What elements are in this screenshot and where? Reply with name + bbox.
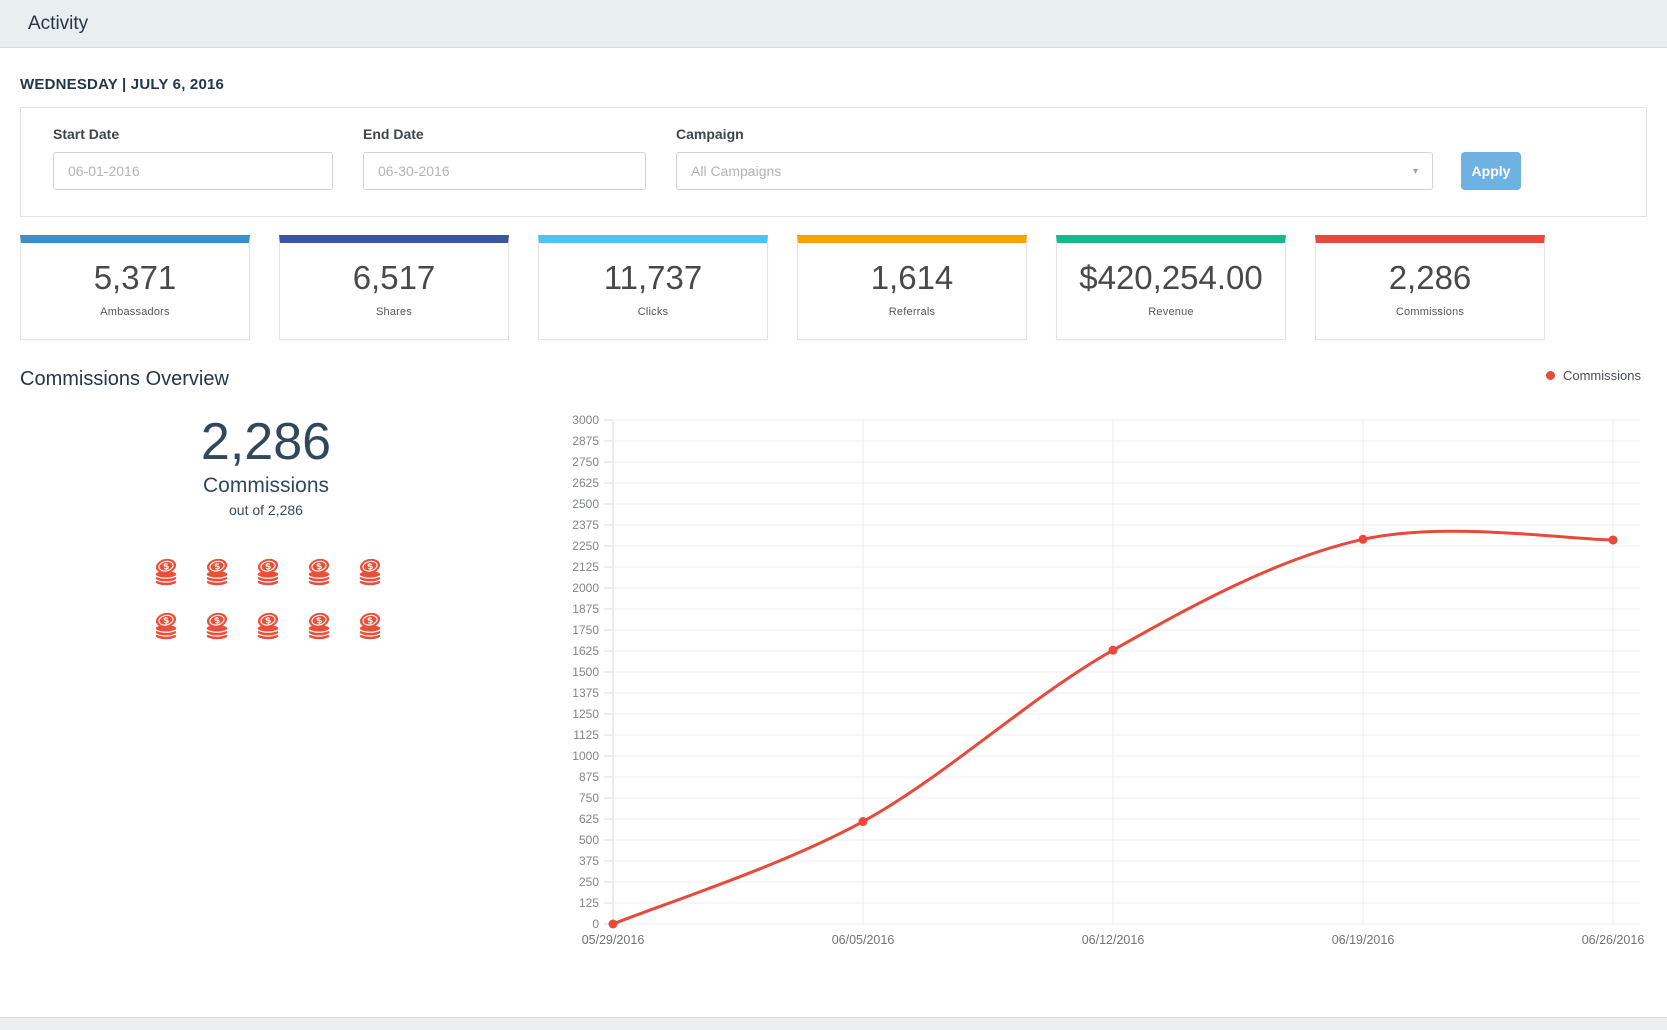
- coin-stack-icon: $: [304, 556, 334, 588]
- svg-text:2000: 2000: [572, 581, 599, 595]
- svg-text:1750: 1750: [572, 623, 599, 637]
- svg-text:1250: 1250: [572, 707, 599, 721]
- stat-card: $420,254.00 Revenue: [1056, 235, 1286, 340]
- svg-text:1625: 1625: [572, 644, 599, 658]
- svg-text:750: 750: [579, 791, 599, 805]
- start-date-input[interactable]: [53, 152, 333, 190]
- svg-text:3000: 3000: [572, 413, 599, 427]
- campaign-select[interactable]: All Campaigns ▾: [676, 152, 1433, 190]
- filter-panel: Start Date End Date Campaign All Campaig…: [20, 107, 1647, 217]
- apply-button[interactable]: Apply: [1461, 152, 1521, 190]
- stat-label: Shares: [376, 306, 412, 318]
- svg-text:125: 125: [579, 896, 599, 910]
- svg-text:06/05/2016: 06/05/2016: [832, 933, 895, 947]
- commissions-total: 2,286: [96, 412, 436, 472]
- svg-text:2625: 2625: [572, 476, 599, 490]
- svg-text:1500: 1500: [572, 665, 599, 679]
- commissions-summary: 2,286 Commissions out of 2,286: [96, 412, 436, 518]
- svg-text:1000: 1000: [572, 749, 599, 763]
- page-title: Activity: [28, 13, 88, 35]
- svg-text:05/29/2016: 05/29/2016: [582, 933, 645, 947]
- stats-row: 5,371 Ambassadors 6,517 Shares 11,737 Cl…: [20, 235, 1647, 340]
- stat-label: Commissions: [1396, 306, 1464, 318]
- coin-stack-icon: $: [253, 556, 283, 588]
- svg-text:1875: 1875: [572, 602, 599, 616]
- topbar: Activity: [0, 0, 1667, 48]
- legend-label: Commissions: [1563, 368, 1641, 383]
- stat-label: Ambassadors: [100, 306, 169, 318]
- end-date-label: End Date: [363, 126, 646, 142]
- commissions-overview-section: Commissions Overview 2,286 Commissions o…: [20, 368, 1647, 994]
- chevron-down-icon: ▾: [1413, 166, 1418, 177]
- svg-text:625: 625: [579, 812, 599, 826]
- svg-text:0: 0: [592, 917, 599, 931]
- stat-value: 2,286: [1389, 259, 1472, 297]
- coin-stack-icon: $: [355, 556, 385, 588]
- coin-stack-icon: $: [304, 610, 334, 642]
- commissions-total-label: Commissions: [96, 474, 436, 498]
- stat-card: 5,371 Ambassadors: [20, 235, 250, 340]
- svg-text:375: 375: [579, 854, 599, 868]
- end-date-input[interactable]: [363, 152, 646, 190]
- coin-stack-icon: $: [202, 610, 232, 642]
- legend-dot-icon: [1546, 371, 1555, 380]
- coin-stack-icon: $: [253, 610, 283, 642]
- start-date-label: Start Date: [53, 126, 333, 142]
- svg-text:06/26/2016: 06/26/2016: [1582, 933, 1645, 947]
- campaign-field-group: Campaign All Campaigns ▾: [676, 126, 1433, 190]
- svg-text:06/12/2016: 06/12/2016: [1082, 933, 1145, 947]
- stat-card: 11,737 Clicks: [538, 235, 768, 340]
- chart-legend: Commissions: [1546, 368, 1641, 383]
- stat-value: 11,737: [604, 259, 702, 297]
- end-date-field-group: End Date: [363, 126, 646, 190]
- coin-stack-icon: $: [355, 610, 385, 642]
- svg-text:1375: 1375: [572, 686, 599, 700]
- svg-text:2500: 2500: [572, 497, 599, 511]
- coin-grid: $ $ $ $ $: [148, 556, 388, 642]
- svg-text:1125: 1125: [573, 728, 599, 742]
- svg-text:500: 500: [579, 833, 599, 847]
- commissions-out-of: out of 2,286: [96, 502, 436, 518]
- campaign-selected-value: All Campaigns: [691, 163, 781, 179]
- commissions-line-chart: 3000287527502625250023752250212520001875…: [533, 382, 1647, 960]
- svg-text:2375: 2375: [572, 518, 599, 532]
- stat-card: 1,614 Referrals: [797, 235, 1027, 340]
- svg-text:250: 250: [579, 875, 599, 889]
- stat-label: Revenue: [1148, 306, 1193, 318]
- coin-stack-icon: $: [151, 556, 181, 588]
- stat-label: Clicks: [638, 306, 669, 318]
- svg-text:875: 875: [579, 770, 599, 784]
- stat-card: 2,286 Commissions: [1315, 235, 1545, 340]
- coin-stack-icon: $: [151, 610, 181, 642]
- svg-text:2125: 2125: [572, 560, 599, 574]
- stat-value: 6,517: [353, 259, 436, 297]
- stat-value: 1,614: [871, 259, 954, 297]
- stat-card: 6,517 Shares: [279, 235, 509, 340]
- campaign-label: Campaign: [676, 126, 1433, 142]
- svg-text:2750: 2750: [572, 455, 599, 469]
- date-heading: WEDNESDAY | JULY 6, 2016: [20, 76, 1647, 93]
- stat-value: 5,371: [94, 259, 177, 297]
- stat-label: Referrals: [889, 306, 935, 318]
- svg-text:2250: 2250: [572, 539, 599, 553]
- stat-value: $420,254.00: [1079, 259, 1263, 297]
- coin-stack-icon: $: [202, 556, 232, 588]
- svg-text:2875: 2875: [572, 434, 599, 448]
- footer-bar: [0, 1017, 1667, 1030]
- main-content: WEDNESDAY | JULY 6, 2016 Start Date End …: [0, 76, 1667, 994]
- start-date-field-group: Start Date: [53, 126, 333, 190]
- svg-text:06/19/2016: 06/19/2016: [1332, 933, 1395, 947]
